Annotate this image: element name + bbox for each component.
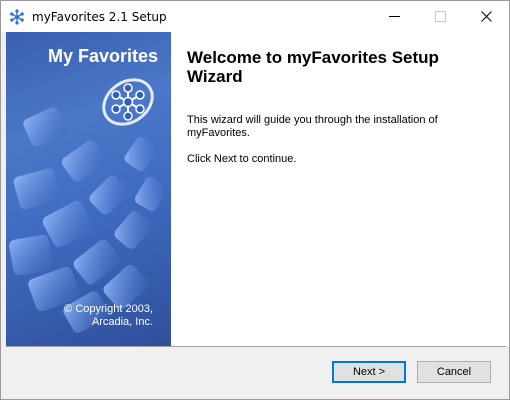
wizard-banner: My Favorites © Copyright 2003, Arcadia, … <box>6 32 171 346</box>
minimize-icon <box>388 16 400 17</box>
cancel-button[interactable]: Cancel <box>417 361 491 383</box>
close-button[interactable] <box>463 1 509 32</box>
minimize-button[interactable] <box>371 1 417 32</box>
wizard-description: This wizard will guide you through the i… <box>187 114 438 139</box>
maximize-button[interactable] <box>417 1 463 32</box>
title-bar[interactable]: myFavorites 2.1 Setup <box>1 1 509 32</box>
window-title: myFavorites 2.1 Setup <box>32 9 167 24</box>
next-button[interactable]: Next > <box>332 361 406 383</box>
footer-divider <box>6 346 506 347</box>
snowflake-network-icon <box>9 8 25 25</box>
copyright-line-1: © Copyright 2003, <box>64 303 153 315</box>
window-controls <box>371 1 509 32</box>
banner-artwork <box>9 78 168 333</box>
copyright-text: © Copyright 2003, Arcadia, Inc. <box>64 303 153 329</box>
copyright-line-2: Arcadia, Inc. <box>91 316 153 328</box>
setup-window: myFavorites 2.1 Setup My Favorites © Cop… <box>0 0 510 400</box>
wizard-content: Welcome to myFavorites Setup Wizard This… <box>171 32 509 346</box>
welcome-heading: Welcome to myFavorites Setup Wizard <box>187 48 439 86</box>
maximize-icon <box>434 11 446 22</box>
close-icon <box>480 11 492 22</box>
banner-title: My Favorites <box>47 46 158 66</box>
continue-instruction: Click Next to continue. <box>187 153 297 165</box>
